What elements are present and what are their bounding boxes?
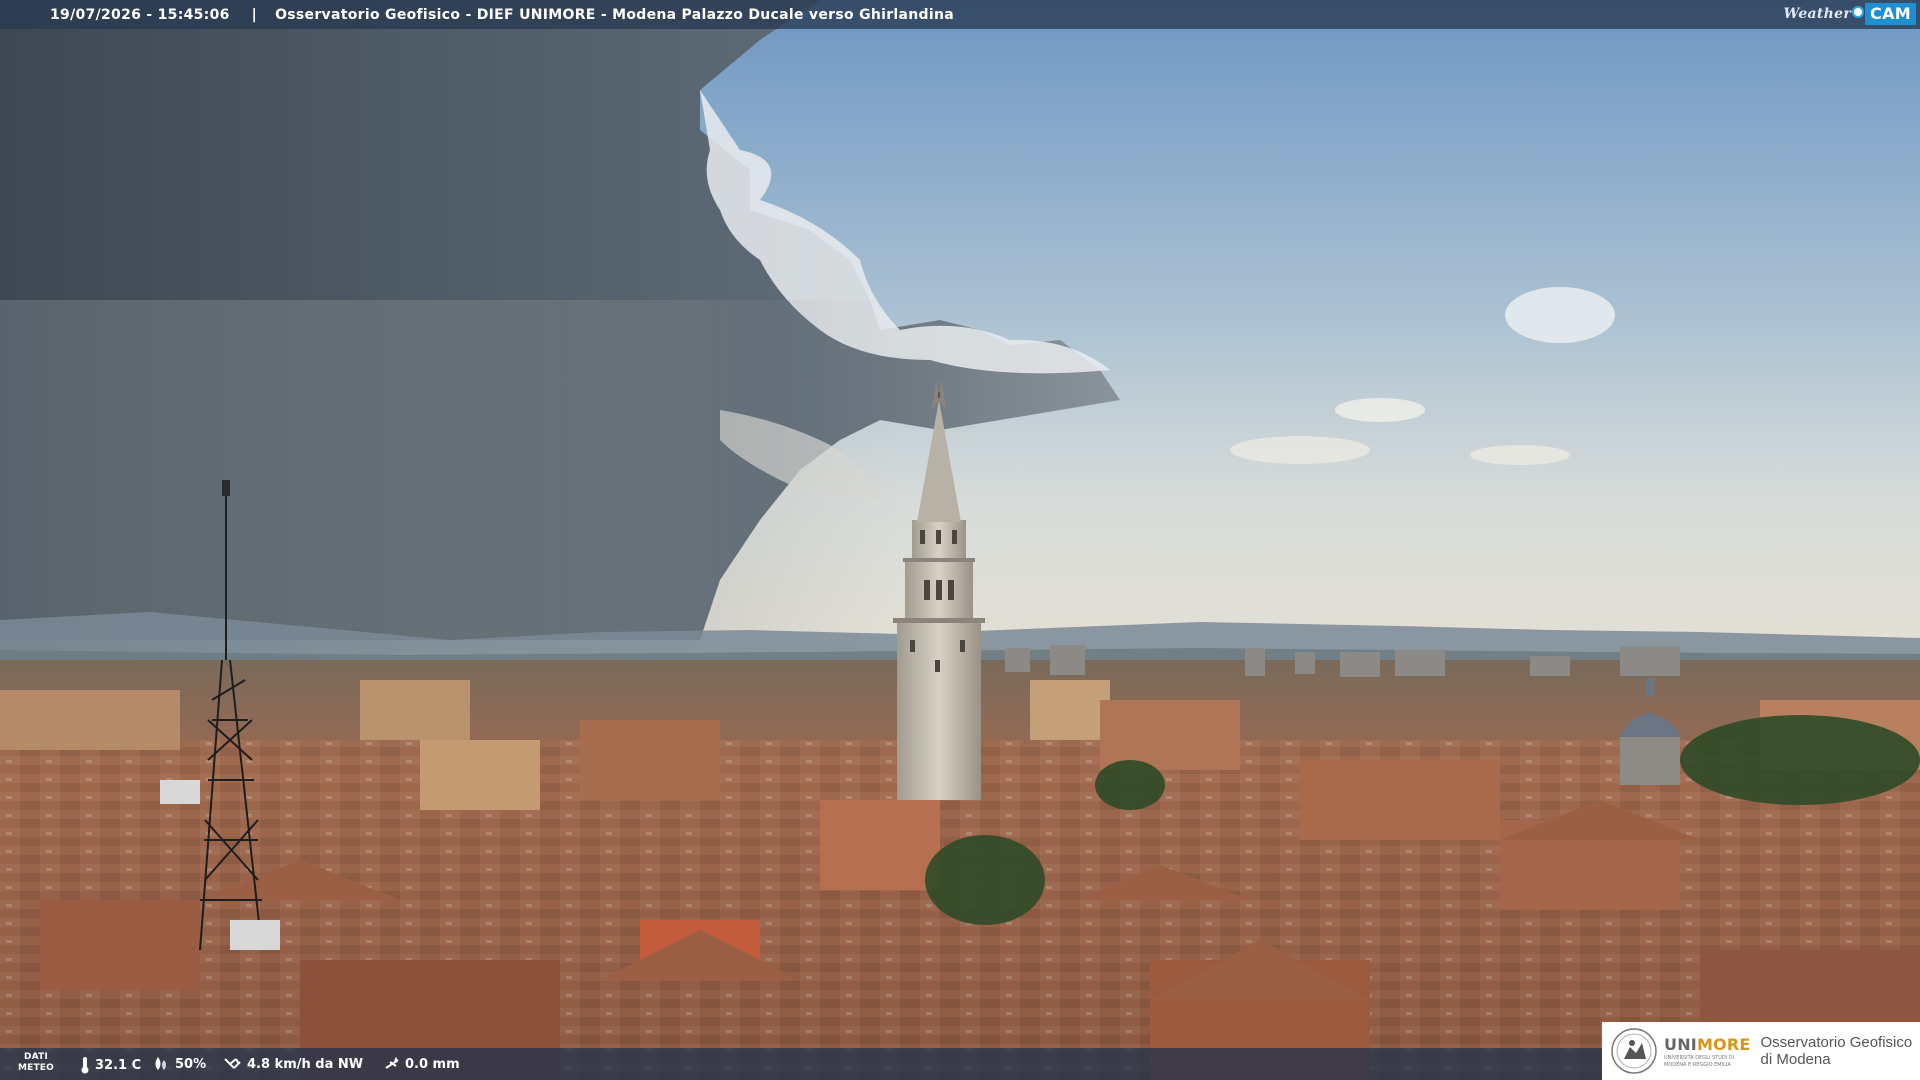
unimore-subtitle-2: MODENA E REGGIO EMILIA (1664, 1061, 1731, 1068)
humidity-drop-icon (155, 1057, 166, 1070)
header-overlay: 19/07/2026 - 15:45:06 | Osservatorio Geo… (0, 0, 1920, 29)
unimore-wordmark: UNIMORE UNIVERSITÀ DEGLI STUDI DI MODENA… (1664, 1035, 1751, 1068)
temperature-value: 32.1 C (95, 1057, 142, 1073)
thermometer-icon (81, 1057, 89, 1074)
camera-caption: Osservatorio Geofisico - DIEF UNIMORE - … (275, 6, 954, 23)
unimore-observatory-logo: UNIMORE UNIVERSITÀ DEGLI STUDI DI MODENA… (1602, 1022, 1920, 1080)
wind-value: 4.8 km/h da NW (247, 1056, 364, 1072)
unimore-name-prefix: UNI (1664, 1034, 1697, 1054)
rain-value: 0.0 mm (405, 1056, 460, 1072)
humidity-reading: 50% (152, 1056, 206, 1072)
weathercam-logo: Weather CAM (1783, 3, 1916, 25)
wind-icon (224, 1058, 241, 1069)
weathercam-logo-weather: Weather (1783, 6, 1852, 22)
weather-data-label: DATI METEO (16, 1052, 56, 1074)
webcam-city-view (0, 0, 1920, 1080)
observatory-line2: di Modena (1760, 1051, 1831, 1068)
rain-gauge-icon (385, 1057, 399, 1069)
weather-label-line2: METEO (17, 1063, 55, 1073)
unimore-name-suffix: MORE (1696, 1034, 1751, 1054)
humidity-value: 50% (175, 1056, 207, 1072)
unimore-name: UNIMORE (1664, 1035, 1751, 1054)
weathercam-logo-cam: CAM (1865, 3, 1916, 25)
weathercam-dot-icon (1852, 6, 1865, 18)
unimore-subtitle-1: UNIVERSITÀ DEGLI STUDI DI (1664, 1054, 1735, 1061)
wind-reading: 4.8 km/h da NW (224, 1056, 363, 1072)
university-seal-icon (1611, 1028, 1657, 1074)
timestamp: 19/07/2026 - 15:45:06 (50, 6, 230, 23)
weather-label-line1: DATI (23, 1052, 49, 1062)
observatory-line1: Osservatorio Geofisico (1760, 1034, 1913, 1051)
observatory-name: Osservatorio Geofisico di Modena (1761, 1034, 1913, 1068)
temperature-reading: 32.1 C (80, 1056, 141, 1074)
header-separator: | (251, 6, 258, 23)
rain-reading: 0.0 mm (384, 1056, 460, 1072)
